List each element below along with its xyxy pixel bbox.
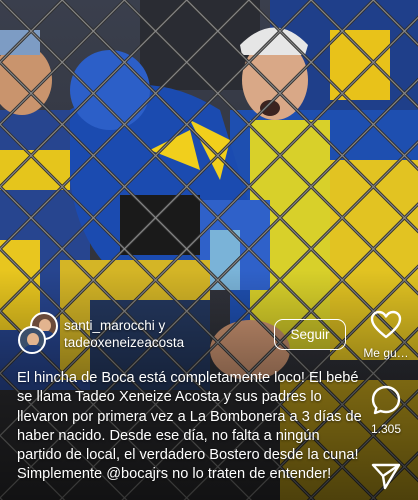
comment-count: 1.305: [370, 422, 402, 436]
author-avatars[interactable]: [16, 312, 62, 354]
comment-action[interactable]: 1.305: [356, 384, 416, 436]
comment-bubble-icon[interactable]: [370, 384, 402, 416]
avatar[interactable]: [18, 326, 46, 354]
author-username-line2[interactable]: tadeoxeneizeacosta: [64, 334, 184, 351]
send-icon[interactable]: [371, 462, 401, 490]
share-action[interactable]: [356, 462, 416, 490]
post-caption[interactable]: El hincha de Boca está completamente loc…: [17, 369, 367, 485]
author-usernames[interactable]: santi_marocchi y tadeoxeneizeacosta: [64, 317, 184, 351]
like-action[interactable]: Me gu…: [356, 310, 416, 360]
author-username-line1[interactable]: santi_marocchi y: [64, 317, 184, 334]
follow-button[interactable]: Seguir: [274, 319, 346, 350]
heart-icon[interactable]: [370, 310, 402, 340]
post-authors[interactable]: santi_marocchi y tadeoxeneizeacosta: [16, 312, 286, 356]
like-label: Me gu…: [363, 346, 409, 360]
